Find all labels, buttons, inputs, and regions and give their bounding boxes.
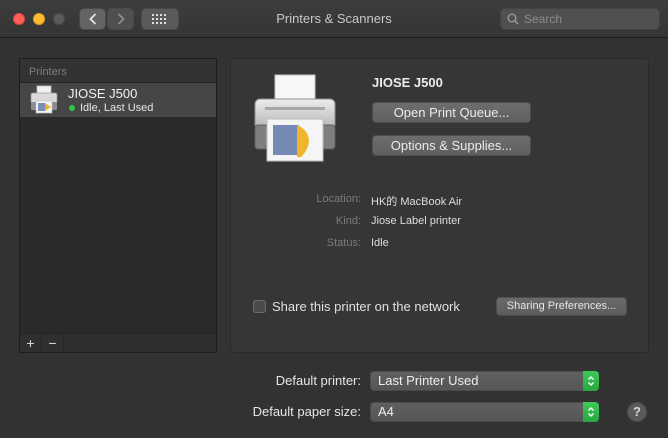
share-printer-checkbox[interactable]	[253, 300, 266, 313]
printers-list-header: Printers	[20, 59, 216, 83]
search-input[interactable]	[524, 12, 654, 26]
default-paper-value: A4	[378, 404, 394, 419]
show-all-button[interactable]	[141, 8, 179, 30]
title-bar: Printers & Scanners	[0, 0, 668, 38]
list-footer: + −	[20, 333, 216, 352]
open-print-queue-button[interactable]: Open Print Queue...	[372, 102, 531, 123]
search-field[interactable]	[500, 8, 660, 30]
search-icon	[507, 13, 519, 25]
printer-detail-panel: JIOSE J500 Open Print Queue... Options &…	[230, 58, 649, 353]
printer-list-item[interactable]: JIOSE J500 Idle, Last Used	[20, 83, 216, 117]
help-button[interactable]: ?	[627, 402, 647, 422]
kind-value: Jiose Label printer	[371, 215, 461, 227]
options-supplies-button[interactable]: Options & Supplies...	[372, 135, 531, 156]
sharing-preferences-button[interactable]: Sharing Preferences...	[496, 297, 627, 316]
default-paper-label: Default paper size:	[252, 404, 361, 419]
default-paper-popup[interactable]: A4	[370, 402, 599, 422]
share-printer-row[interactable]: Share this printer on the network	[253, 299, 460, 314]
back-button[interactable]	[79, 8, 106, 30]
kind-label: Kind:	[335, 215, 361, 227]
printers-list: Printers JIOSE J500 Idle, Last Used + −	[19, 58, 217, 353]
printer-icon	[30, 85, 58, 114]
close-window-button[interactable]	[13, 13, 25, 25]
minimize-window-button[interactable]	[33, 13, 45, 25]
zoom-window-button[interactable]	[53, 13, 65, 25]
large-printer-icon	[254, 74, 336, 162]
share-printer-label: Share this printer on the network	[272, 299, 460, 314]
popup-stepper-icon	[583, 402, 599, 422]
chevron-left-icon	[88, 13, 96, 25]
popup-stepper-icon	[583, 371, 599, 391]
printer-status-text: Idle, Last Used	[80, 102, 154, 114]
printer-title: JIOSE J500	[372, 75, 443, 90]
default-printer-value: Last Printer Used	[378, 373, 479, 388]
printer-status: Idle, Last Used	[69, 102, 153, 114]
location-value: HK的 MacBook Air	[371, 196, 463, 208]
location-label: Location:	[316, 193, 361, 205]
printer-name: JIOSE J500	[68, 86, 138, 101]
remove-printer-button[interactable]: −	[42, 334, 64, 352]
default-printer-label: Default printer:	[275, 373, 361, 388]
status-label: Status:	[326, 237, 361, 249]
forward-button[interactable]	[107, 8, 134, 30]
status-value: Idle	[371, 237, 389, 249]
chevron-right-icon	[117, 13, 125, 25]
grid-icon	[152, 14, 166, 24]
default-printer-popup[interactable]: Last Printer Used	[370, 371, 599, 391]
status-dot-icon	[69, 105, 75, 111]
add-printer-button[interactable]: +	[20, 334, 42, 352]
